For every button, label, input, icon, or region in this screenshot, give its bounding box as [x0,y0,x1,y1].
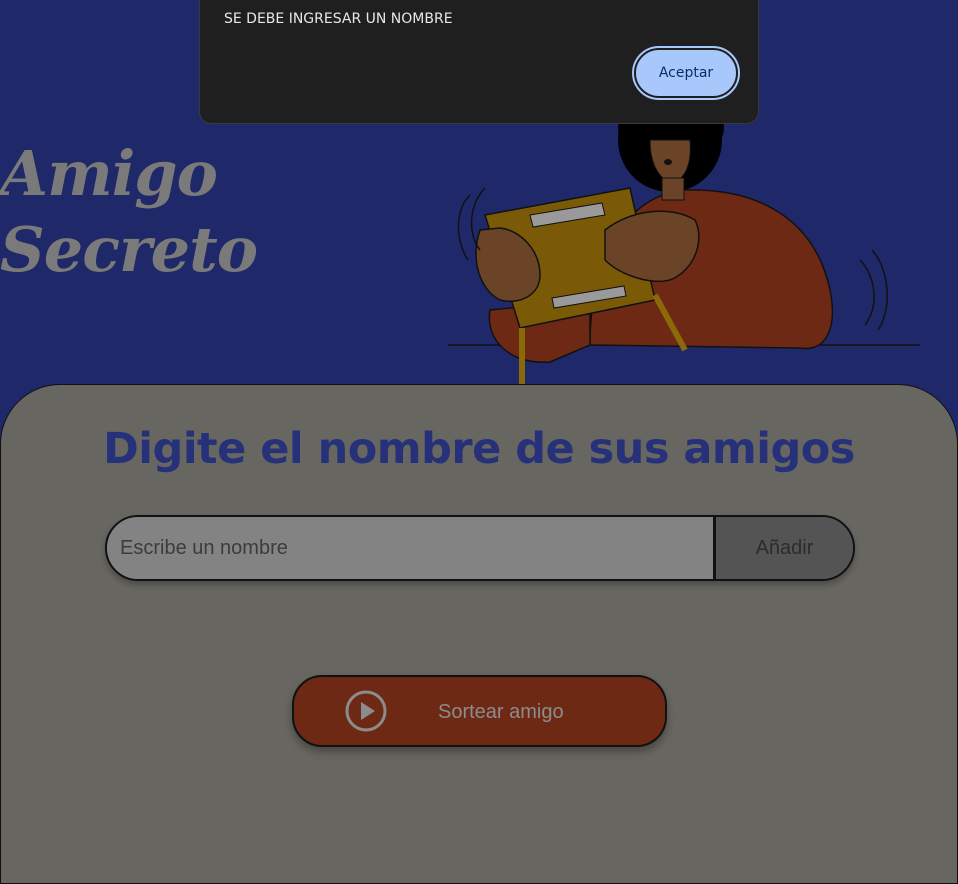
alert-dialog: SE DEBE INGRESAR UN NOMBRE Aceptar [199,0,759,124]
add-button[interactable]: Añadir [713,517,853,579]
play-circle-icon [345,690,387,732]
person-with-gift-illustration [448,100,920,390]
draw-friend-label: Sortear amigo [438,701,564,723]
app-title: Amigo Secreto [0,136,258,288]
name-input-group: Añadir [105,515,855,581]
app-title-line1: Amigo [0,137,218,210]
app-title-line2: Secreto [0,213,258,286]
draw-friend-button[interactable]: Sortear amigo [292,675,667,747]
alert-message: SE DEBE INGRESAR UN NOMBRE [224,11,453,27]
name-input[interactable] [107,517,713,579]
accept-button[interactable]: Aceptar [632,46,740,100]
section-title: Digite el nombre de sus amigos [103,424,855,474]
